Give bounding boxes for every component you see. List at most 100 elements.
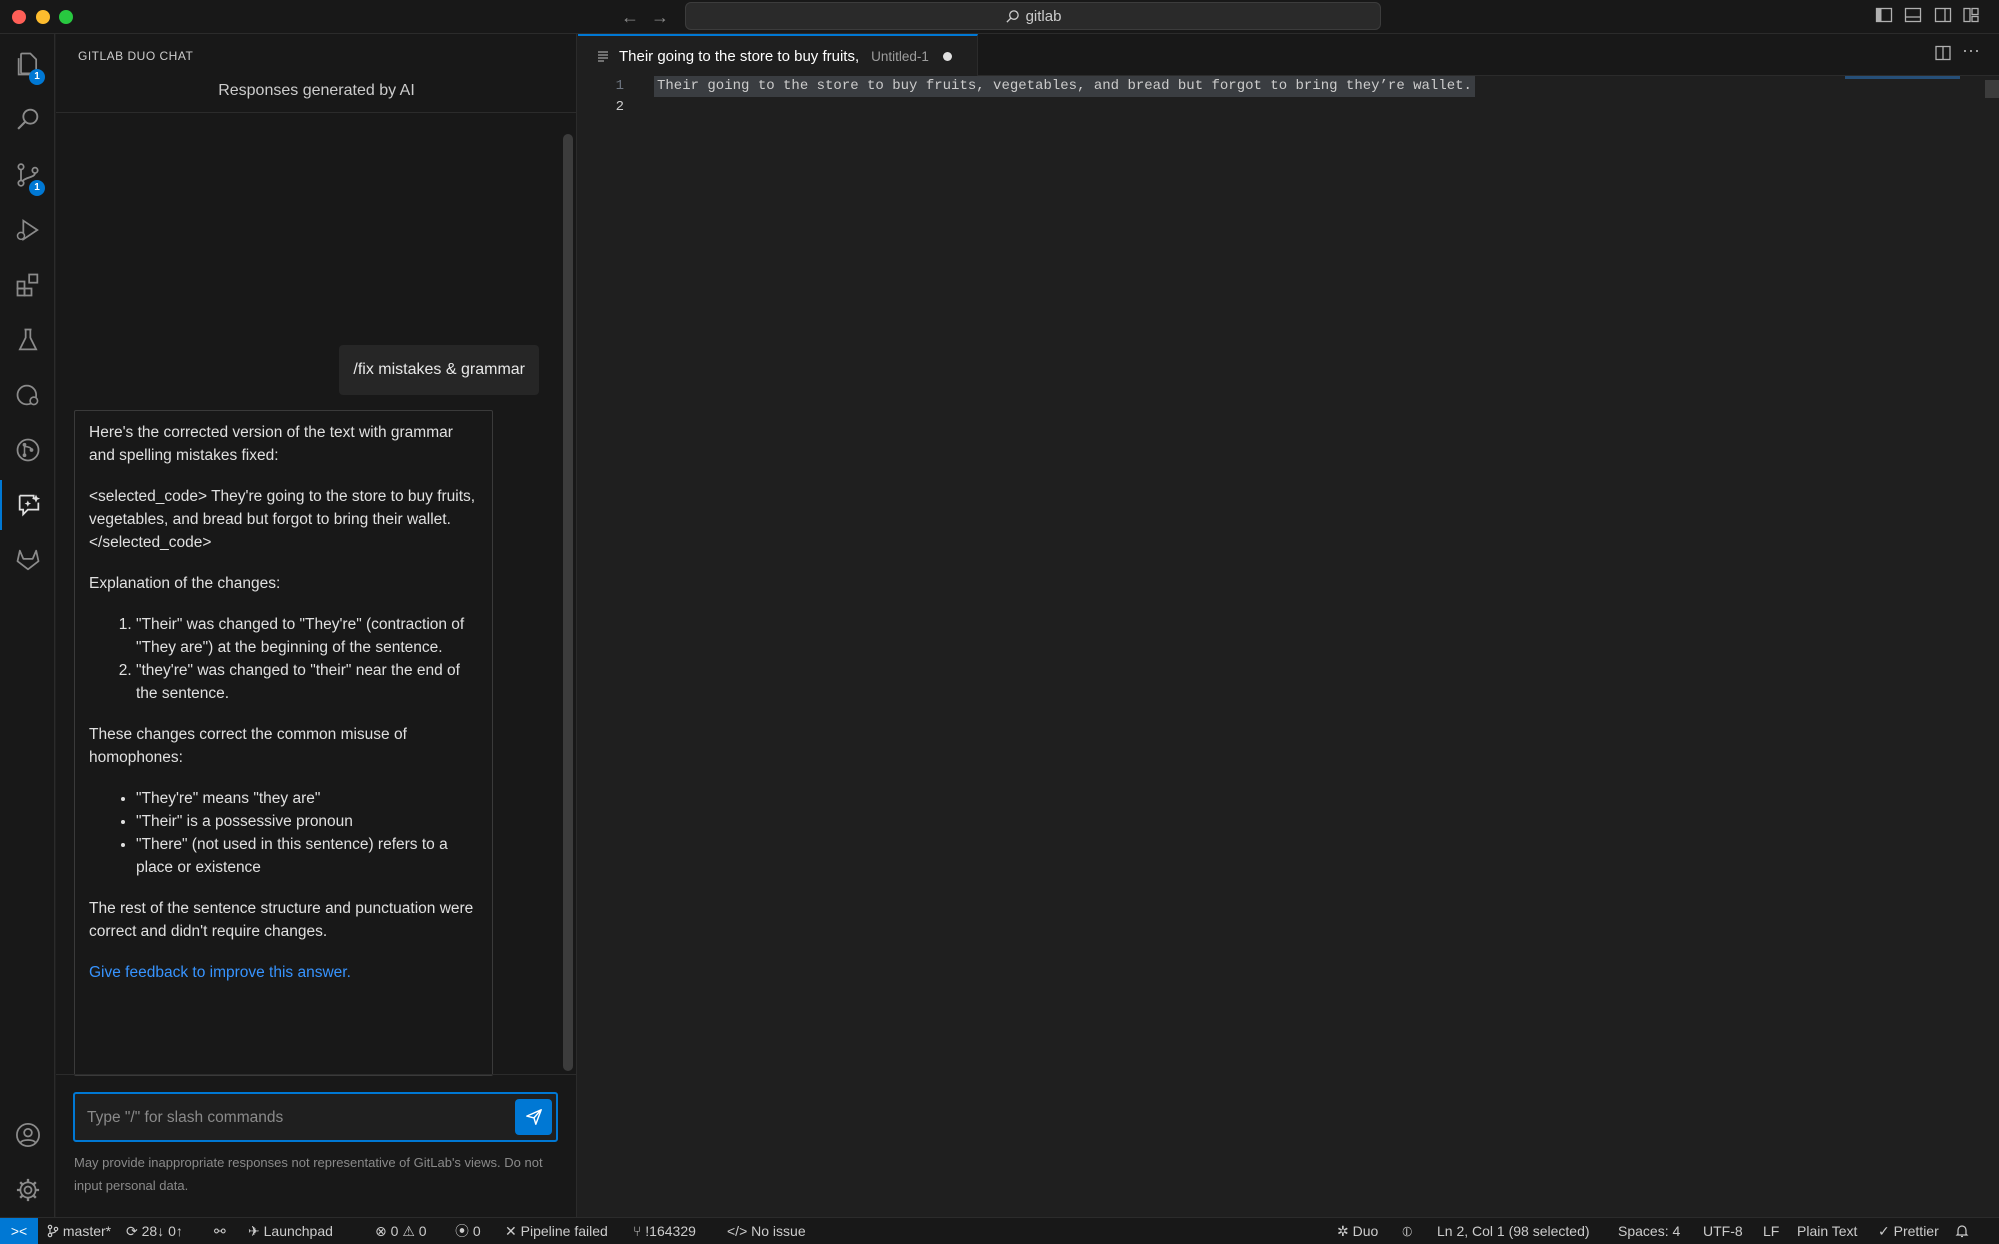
search-view-icon[interactable] <box>0 94 55 144</box>
ai-disclaimer: May provide inappropriate responses not … <box>74 1155 543 1193</box>
code-icon: </> <box>727 1223 748 1239</box>
activity-bar: 1 1 <box>0 34 55 1217</box>
tab-untitled-1[interactable]: Their going to the store to buy fruits, … <box>578 34 978 76</box>
response-conclusion: The rest of the sentence structure and p… <box>89 900 474 940</box>
cursor-position[interactable]: Ln 2, Col 1 (98 selected) <box>1437 1218 1590 1244</box>
issue-label: No issue <box>751 1223 806 1239</box>
language-mode[interactable]: Plain Text <box>1797 1218 1857 1244</box>
duo-chat-icon[interactable] <box>0 480 55 530</box>
send-button[interactable] <box>515 1099 552 1135</box>
changes-list: "Their" was changed to "They're" (contra… <box>89 613 478 705</box>
pipeline-label: Pipeline failed <box>520 1223 608 1239</box>
extensions-icon[interactable] <box>0 260 55 310</box>
notifications-bell-icon[interactable] <box>1955 1218 1969 1244</box>
chat-prompt-input[interactable] <box>87 1106 487 1130</box>
sync-counts: 28↓ 0↑ <box>141 1223 183 1239</box>
forward-arrow-icon[interactable]: → <box>648 5 672 29</box>
explorer-icon[interactable]: 1 <box>0 39 55 89</box>
encoding[interactable]: UTF-8 <box>1703 1218 1743 1244</box>
editor-scrollbar[interactable] <box>1985 80 1999 98</box>
line-number: 1 <box>615 78 624 94</box>
launchpad-label: Launchpad <box>263 1223 333 1239</box>
response-corrected-text: <selected_code> They're going to the sto… <box>89 488 476 551</box>
commit-icon[interactable]: ⦶ <box>1402 1218 1412 1244</box>
divider <box>56 1074 577 1075</box>
list-item: "Their" is a possessive pronoun <box>136 810 478 833</box>
list-item: "they're" was changed to "their" near th… <box>136 659 478 705</box>
prettier-label: Prettier <box>1893 1223 1939 1239</box>
ports-indicator[interactable]: ⦿ 0 <box>455 1218 481 1244</box>
more-actions-icon[interactable]: ··· <box>1962 40 1980 61</box>
warning-icon: ⚠ <box>402 1223 415 1239</box>
customize-layout-icon[interactable] <box>1962 6 1982 26</box>
unsaved-dot-icon[interactable] <box>942 51 952 61</box>
duo-icon: ✲ <box>1337 1223 1349 1239</box>
launchpad-item[interactable]: ✈ Launchpad <box>248 1218 333 1244</box>
source-control-badge: 1 <box>29 180 45 196</box>
minimize-window-button[interactable] <box>36 10 50 24</box>
editor-line: 1 Their going to the store to buy fruits… <box>578 76 1978 97</box>
gitlab-tanuki-icon[interactable] <box>0 535 55 585</box>
feedback-link[interactable]: Give feedback to improve this answer. <box>89 961 478 984</box>
gitlab-workflow-icon[interactable] <box>0 425 55 475</box>
toggle-primary-sidebar-icon[interactable] <box>1875 6 1895 26</box>
pipeline-status[interactable]: ✕ Pipeline failed <box>505 1218 608 1244</box>
search-icon <box>1005 9 1019 23</box>
split-editor-icon[interactable] <box>1934 44 1952 67</box>
editor-line: 2 <box>578 97 1978 118</box>
list-item: "They're" means "they are" <box>136 787 478 810</box>
issue-item[interactable]: </> No issue <box>727 1218 806 1244</box>
homophones-list: "They're" means "they are" "Their" is a … <box>89 787 478 879</box>
end-of-line[interactable]: LF <box>1763 1218 1779 1244</box>
remote-explorer-icon[interactable] <box>0 370 55 420</box>
indentation[interactable]: Spaces: 4 <box>1618 1218 1680 1244</box>
duo-label: Duo <box>1352 1223 1379 1239</box>
list-item: "There" (not used in this sentence) refe… <box>136 833 478 879</box>
accounts-icon[interactable] <box>0 1110 55 1160</box>
chat-scrollbar[interactable] <box>563 134 573 1071</box>
send-icon <box>525 1109 542 1125</box>
branch-indicator[interactable]: master* <box>47 1218 111 1244</box>
editor-area[interactable]: 1 Their going to the store to buy fruits… <box>578 76 1999 1217</box>
editor-tab-bar: Their going to the store to buy fruits, … <box>578 34 1999 76</box>
chat-input-box <box>73 1092 558 1142</box>
sync-status[interactable]: ⟳ 28↓ 0↑ <box>126 1218 183 1244</box>
ports-count: 0 <box>472 1223 481 1239</box>
remote-indicator-icon[interactable]: >< <box>0 1218 38 1244</box>
pipeline-failed-icon: ✕ <box>505 1223 517 1239</box>
sync-icon: ⟳ <box>126 1223 138 1239</box>
toggle-panel-icon[interactable] <box>1904 6 1924 26</box>
line-text[interactable]: Their going to the store to buy fruits, … <box>654 76 1475 97</box>
search-label: gitlab <box>1025 7 1062 25</box>
response-intro: Here's the corrected version of the text… <box>89 424 453 464</box>
rocket-icon: ✈ <box>248 1223 260 1239</box>
double-check-icon: ✓ <box>1878 1223 1890 1239</box>
run-debug-icon[interactable] <box>0 205 55 255</box>
response-explanation-heading: Explanation of the changes: <box>89 575 281 592</box>
chat-panel-title: GITLAB DUO CHAT <box>78 49 194 63</box>
error-count: 0 <box>390 1223 399 1239</box>
maximize-window-button[interactable] <box>59 10 73 24</box>
compare-changes-icon[interactable]: ⚯ <box>214 1218 226 1244</box>
prettier-status[interactable]: ✓ Prettier <box>1878 1218 1939 1244</box>
testing-flask-icon[interactable] <box>0 315 55 365</box>
back-arrow-icon[interactable]: ← <box>618 5 642 29</box>
source-control-icon[interactable]: 1 <box>0 150 55 200</box>
command-center-search[interactable]: gitlab <box>685 2 1381 30</box>
plain-text-file-icon <box>598 51 608 62</box>
explorer-badge: 1 <box>29 69 45 85</box>
settings-gear-icon[interactable] <box>0 1165 55 1215</box>
duo-chat-panel: GITLAB DUO CHAT Responses generated by A… <box>56 34 577 1217</box>
merge-request-item[interactable]: ⑂ !164329 <box>633 1218 696 1244</box>
response-homophones-heading: These changes correct the common misuse … <box>89 726 407 766</box>
branch-name: master* <box>62 1223 112 1239</box>
problems-indicator[interactable]: ⊗ 0 ⚠ 0 <box>375 1218 427 1244</box>
divider <box>56 112 577 113</box>
duo-status[interactable]: ✲ Duo <box>1337 1218 1378 1244</box>
close-window-button[interactable] <box>12 10 26 24</box>
toggle-secondary-sidebar-icon[interactable] <box>1934 6 1954 26</box>
line-number: 2 <box>615 99 624 115</box>
chat-subtitle: Responses generated by AI <box>218 82 415 99</box>
list-item: "Their" was changed to "They're" (contra… <box>136 613 478 659</box>
tab-title: Their going to the store to buy fruits, <box>619 47 860 65</box>
